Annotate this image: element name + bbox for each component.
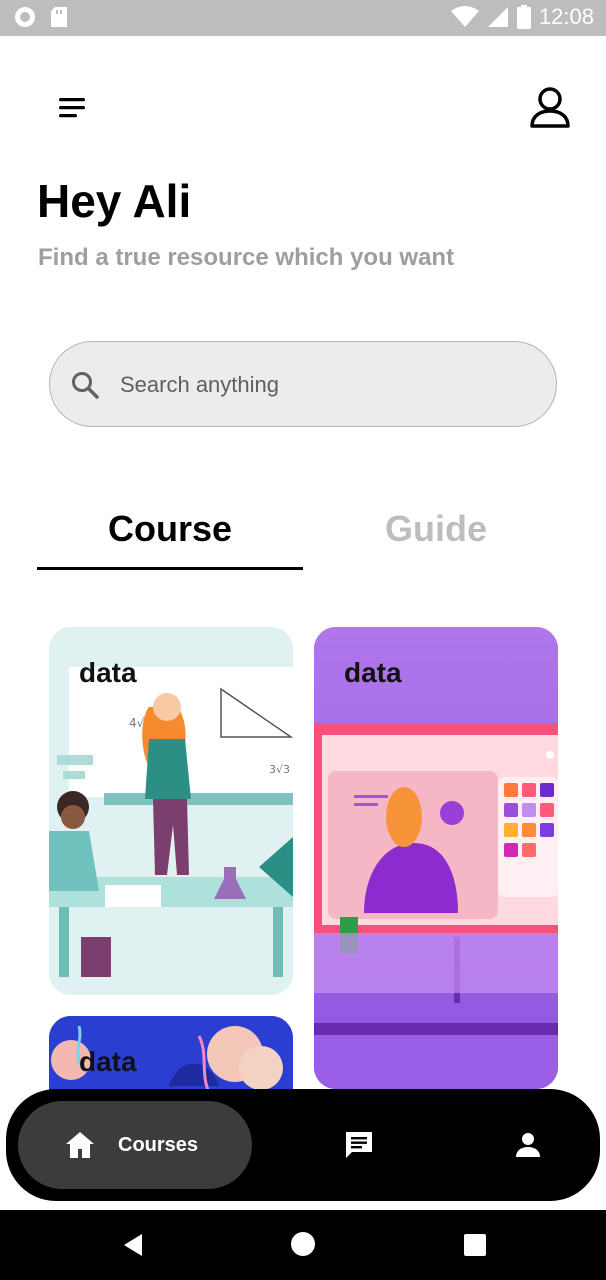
tab-guide[interactable]: Guide <box>303 508 569 550</box>
person-icon[interactable] <box>514 1131 542 1159</box>
home-icon <box>66 1132 94 1158</box>
circle-notification-icon <box>15 7 35 27</box>
wifi-icon <box>450 6 479 27</box>
course-card[interactable]: data <box>314 627 558 1089</box>
system-navigation-bar <box>0 1210 606 1280</box>
status-bar: 12:08 <box>0 0 606 36</box>
menu-icon <box>59 98 85 118</box>
status-time: 12:08 <box>538 4 594 29</box>
back-icon[interactable] <box>122 1233 144 1257</box>
bottom-navigation: Courses <box>6 1089 600 1201</box>
art-studio-illustration <box>314 627 558 1089</box>
recent-apps-icon[interactable] <box>464 1234 486 1256</box>
page-title: Hey Ali <box>37 175 192 227</box>
menu-button[interactable] <box>52 88 92 128</box>
card-label: data <box>344 657 402 688</box>
search-input[interactable] <box>120 366 520 404</box>
home-button-icon[interactable] <box>291 1232 315 1256</box>
user-icon <box>530 87 570 128</box>
course-card[interactable]: 4√62 3√3 data <box>49 627 293 995</box>
page-subtitle: Find a true resource which you want <box>38 244 455 271</box>
card-label: data <box>79 1046 137 1077</box>
active-tab-indicator <box>37 567 303 570</box>
sd-card-icon <box>51 7 67 27</box>
search-icon <box>72 372 99 399</box>
nav-item-courses-label: Courses <box>118 1134 199 1156</box>
chat-icon[interactable] <box>343 1129 375 1161</box>
battery-icon <box>516 5 531 29</box>
svg-text:3√3: 3√3 <box>269 763 290 776</box>
tab-course[interactable]: Course <box>37 508 303 550</box>
profile-button[interactable] <box>526 84 574 132</box>
search-bar[interactable] <box>49 341 557 427</box>
signal-icon <box>487 7 508 27</box>
card-label: data <box>79 657 137 688</box>
